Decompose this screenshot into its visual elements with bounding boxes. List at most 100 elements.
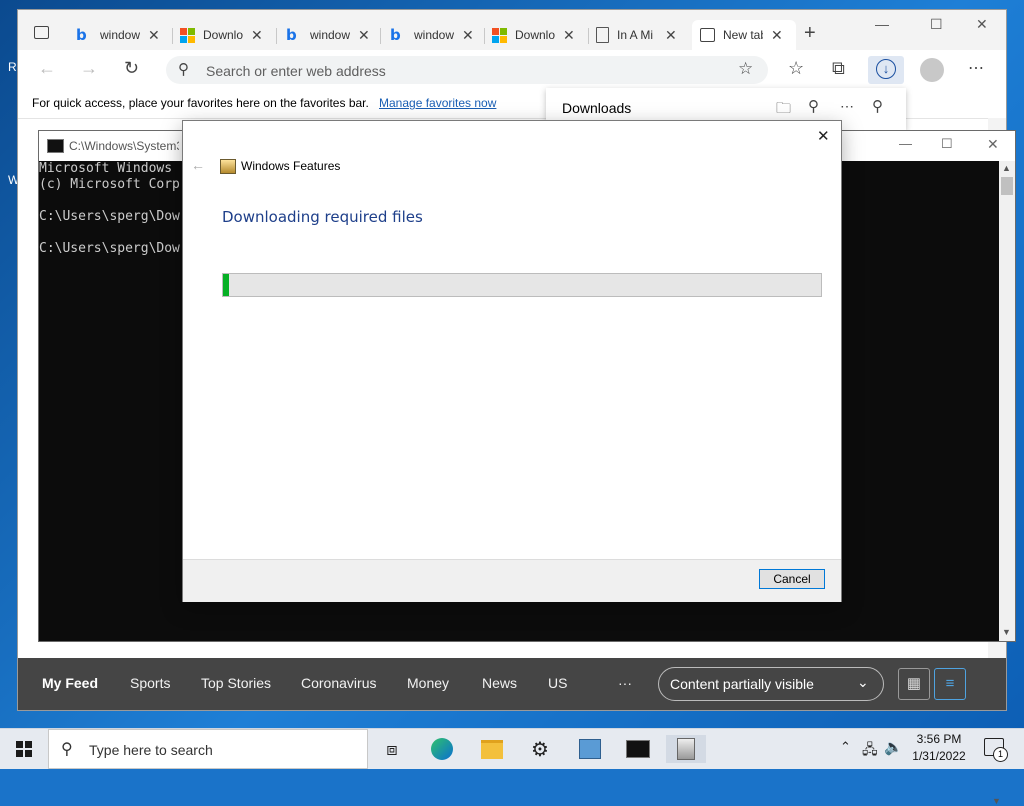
desktop-icon-label: R: [8, 60, 17, 74]
scroll-down-arrow-icon[interactable]: ▼: [1002, 627, 1011, 637]
volume-muted-icon[interactable]: 🔈: [884, 738, 903, 756]
list-layout-icon[interactable]: ≡: [934, 668, 966, 700]
tab-close-icon[interactable]: ✕: [148, 27, 160, 44]
task-view-icon[interactable]: ⧈: [372, 735, 412, 763]
tab-windows-2[interactable]: b windows ✕: [286, 20, 378, 50]
close-window-icon[interactable]: ✕: [976, 16, 988, 33]
scroll-down-arrow-icon[interactable]: ▼: [992, 796, 1001, 806]
control-panel-icon[interactable]: [570, 735, 610, 763]
taskbar-search-placeholder: Type here to search: [89, 742, 213, 758]
console-scrollbar[interactable]: ▲ ▼: [999, 161, 1015, 641]
profile-avatar[interactable]: [920, 58, 944, 82]
clock-time[interactable]: 3:56 PM: [914, 732, 964, 746]
tab-close-icon[interactable]: ✕: [462, 27, 474, 44]
tab-in-a-mi[interactable]: In A Mi ✕: [596, 20, 690, 50]
news-tab-coronavirus[interactable]: Coronavirus: [301, 675, 376, 691]
tab-actions-icon[interactable]: [34, 26, 49, 39]
tab-close-icon[interactable]: ✕: [358, 27, 370, 44]
news-tab-sports[interactable]: Sports: [130, 675, 170, 691]
tab-windows-1[interactable]: b windows ✕: [76, 20, 168, 50]
news-more-icon[interactable]: ···: [618, 675, 632, 691]
tab-label: Downloads: [203, 28, 243, 42]
close-dialog-icon[interactable]: ✕: [817, 127, 830, 145]
tab-label: windows: [100, 28, 140, 42]
chevron-down-icon: ⌄: [857, 674, 869, 690]
bing-icon: b: [286, 26, 297, 44]
browser-toolbar: ← → ↻ ⚲ Search or enter web address ☆ ☆ …: [18, 50, 1006, 90]
tab-close-icon[interactable]: ✕: [251, 27, 263, 44]
news-tab-news[interactable]: News: [482, 675, 517, 691]
scroll-up-arrow-icon[interactable]: ▲: [1002, 163, 1011, 173]
forward-icon[interactable]: →: [80, 58, 98, 79]
bing-icon: b: [390, 26, 401, 44]
search-icon: ⚲: [61, 741, 73, 758]
address-placeholder: Search or enter web address: [206, 63, 386, 79]
file-explorer-icon[interactable]: [472, 735, 512, 763]
more-options-icon[interactable]: ⋯: [840, 98, 854, 115]
console-title: C:\Windows\System32: [69, 139, 179, 153]
favorites-icon[interactable]: ☆: [788, 58, 804, 79]
dialog-title: Windows Features: [241, 159, 341, 173]
news-tab-my-feed[interactable]: My Feed: [42, 675, 98, 691]
edge-app-icon[interactable]: [422, 735, 462, 763]
minimize-icon[interactable]: —: [899, 136, 912, 151]
bing-icon: b: [76, 26, 87, 44]
news-tab-top-stories[interactable]: Top Stories: [201, 675, 271, 691]
notification-center-icon[interactable]: 1: [984, 738, 1008, 762]
tab-strip: b windows ✕ Downloads ✕ b windows ✕ b wi…: [18, 10, 1006, 50]
settings-gear-icon[interactable]: ⚙: [520, 735, 560, 763]
content-visibility-label: Content partially visible: [670, 676, 814, 692]
show-hidden-icons-chevron-icon[interactable]: ⌃: [840, 739, 851, 755]
back-arrow-icon[interactable]: ←: [191, 157, 205, 173]
network-icon[interactable]: 🖧: [862, 739, 878, 763]
tab-label: windows: [414, 28, 454, 42]
news-feed-bar: My Feed Sports Top Stories Coronavirus M…: [18, 658, 1006, 710]
tab-label: Downloads: [515, 28, 555, 42]
close-window-icon[interactable]: ✕: [987, 136, 999, 153]
cancel-button[interactable]: Cancel: [759, 569, 825, 589]
more-options-icon[interactable]: ⋯: [968, 58, 984, 78]
notification-count-badge: 1: [993, 747, 1008, 762]
tab-downloads-2[interactable]: Downloads ✕: [492, 20, 584, 50]
page-icon: [596, 27, 609, 43]
add-favorite-icon[interactable]: ☆: [738, 59, 753, 79]
tab-label: New tab: [723, 28, 763, 42]
tab-new-tab[interactable]: New tab ✕: [692, 20, 796, 50]
start-icon[interactable]: [16, 741, 32, 757]
content-visibility-dropdown[interactable]: Content partially visible ⌄: [658, 667, 884, 701]
maximize-icon[interactable]: ☐: [930, 16, 943, 33]
clock-date[interactable]: 1/31/2022: [910, 749, 968, 763]
taskbar-search-box[interactable]: ⚲ Type here to search: [48, 729, 368, 769]
scrollbar-thumb[interactable]: [1001, 177, 1013, 195]
address-bar[interactable]: ⚲ Search or enter web address ☆: [166, 56, 768, 84]
progress-fill: [223, 274, 229, 296]
downloads-panel-title: Downloads: [562, 100, 632, 116]
pin-icon[interactable]: ⚲: [872, 97, 883, 115]
tab-close-icon[interactable]: ✕: [771, 27, 783, 44]
news-tab-us[interactable]: US: [548, 675, 567, 691]
maximize-icon[interactable]: ☐: [941, 136, 953, 152]
search-downloads-icon[interactable]: ⚲: [808, 97, 819, 115]
refresh-icon[interactable]: ↻: [124, 58, 139, 79]
tab-close-icon[interactable]: ✕: [665, 27, 677, 44]
tab-windows-3[interactable]: b windows ✕: [390, 20, 482, 50]
windows-features-icon: [220, 159, 236, 174]
back-icon[interactable]: ←: [38, 58, 56, 79]
dialog-footer: Cancel: [183, 559, 841, 602]
download-icon: ↓: [876, 59, 896, 79]
taskbar: ⚲ Type here to search ⧈ ⚙ ⌃ 🖧 🔈 3:56 PM …: [0, 728, 1024, 769]
minimize-icon[interactable]: —: [875, 16, 889, 32]
collections-icon[interactable]: ⧉: [832, 58, 845, 79]
cmd-icon: [47, 139, 64, 153]
tab-downloads-1[interactable]: Downloads ✕: [180, 20, 272, 50]
new-tab-plus-icon[interactable]: +: [804, 22, 816, 45]
command-prompt-app-icon[interactable]: [618, 735, 658, 763]
open-folder-icon[interactable]: 🗀: [776, 98, 791, 123]
manage-favorites-link[interactable]: Manage favorites now: [379, 96, 496, 110]
windows-features-app-icon[interactable]: [666, 735, 706, 763]
search-icon: ⚲: [178, 61, 189, 78]
tab-close-icon[interactable]: ✕: [563, 27, 575, 44]
downloads-button[interactable]: ↓: [868, 56, 904, 84]
grid-layout-icon[interactable]: ▦: [898, 668, 930, 700]
news-tab-money[interactable]: Money: [407, 675, 449, 691]
